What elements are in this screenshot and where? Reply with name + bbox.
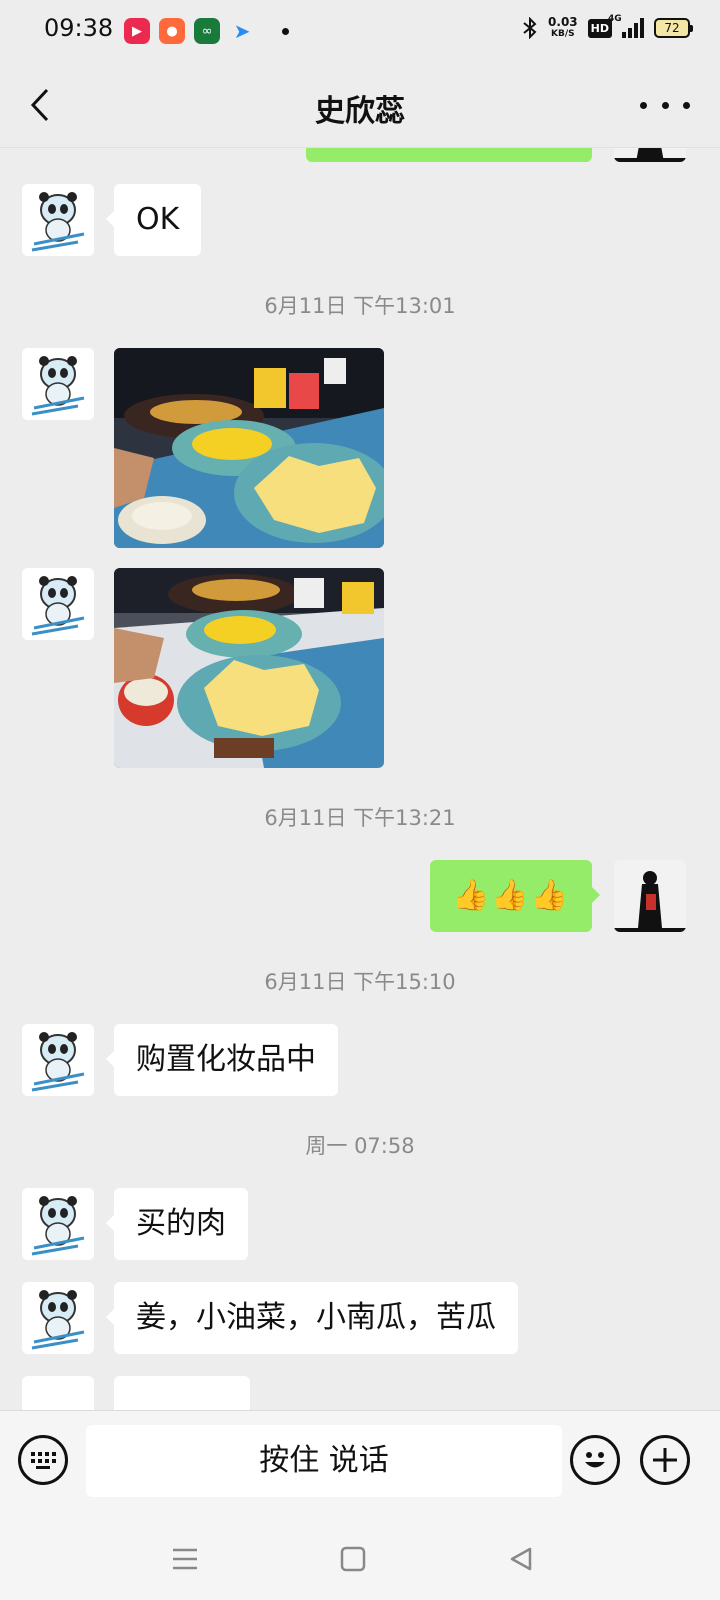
message-incoming-partial (0, 1376, 720, 1410)
timestamp: 6月11日 下午13:01 (264, 294, 456, 318)
bluetooth-icon (523, 17, 537, 39)
message-bubble[interactable]: 买的肉 (106, 1188, 248, 1260)
input-bar: 按住 说话 (0, 1410, 720, 1514)
message-incoming: OK (0, 184, 720, 256)
hold-to-talk-button[interactable]: 按住 说话 (86, 1425, 562, 1497)
chat-title: 史欣蕊 (315, 94, 405, 129)
oppo-app-icon: ∞ (194, 18, 220, 44)
battery-level: 72 (664, 21, 680, 35)
timestamp: 6月11日 下午15:10 (264, 970, 456, 994)
net-speed-value: 0.03 (548, 15, 578, 29)
add-button[interactable] (640, 1435, 690, 1485)
plus-icon (653, 1448, 677, 1472)
network-type: 4G (608, 14, 622, 24)
battery-icon: 72 (654, 18, 693, 38)
video-app-icon: ▶ (124, 18, 150, 44)
keyboard-icon (31, 1452, 56, 1469)
own-avatar[interactable] (614, 860, 686, 932)
outgoing-image-bubble[interactable] (306, 148, 592, 162)
kuaishou-app-icon: ● (159, 18, 185, 44)
status-time: 09:38 (44, 14, 114, 42)
message-bubble[interactable]: 姜，小油菜，小南瓜，苦瓜 (106, 1282, 518, 1354)
notification-icons: ▶ ● ∞ ➤ (124, 18, 289, 44)
more-button[interactable] (640, 92, 690, 118)
message-bubble[interactable]: 👍👍👍 (429, 860, 601, 932)
chat-header: 史欣蕊 (0, 62, 720, 148)
nav-back-button[interactable] (506, 1544, 536, 1574)
message-incoming-image (0, 348, 720, 548)
contact-avatar[interactable] (22, 184, 94, 256)
contact-avatar[interactable] (22, 568, 94, 640)
signal-icon: 4G (608, 14, 644, 38)
message-outgoing: 👍👍👍 (0, 860, 720, 932)
message-bubble[interactable] (114, 1376, 250, 1410)
food-photo[interactable] (114, 348, 384, 548)
food-photo[interactable] (114, 568, 384, 768)
triangle-back-icon (510, 1547, 532, 1571)
contact-avatar[interactable] (22, 1188, 94, 1260)
more-notifications-icon (282, 27, 289, 35)
message-incoming: 姜，小油菜，小南瓜，苦瓜 (0, 1282, 720, 1354)
timestamp: 6月11日 下午13:21 (264, 806, 456, 830)
status-indicators: 0.03 KB/S HD 4G 72 (522, 14, 693, 40)
emoji-icon (585, 1452, 605, 1468)
nav-home-button[interactable] (338, 1544, 368, 1574)
keyboard-toggle-button[interactable] (18, 1435, 68, 1485)
message-list[interactable]: OK 6月11日 下午13:01 6月11日 下午13:21 👍👍👍 6月11日… (0, 148, 720, 1410)
nav-menu-button[interactable] (170, 1544, 200, 1574)
timestamp: 周一 07:58 (305, 1134, 415, 1158)
own-avatar[interactable] (614, 148, 686, 162)
message-outgoing-partial (0, 148, 720, 162)
more-icon (640, 101, 647, 109)
message-bubble[interactable]: OK (105, 184, 202, 256)
message-incoming: 买的肉 (0, 1188, 720, 1260)
message-incoming-image (0, 568, 720, 768)
send-app-icon: ➤ (233, 19, 251, 43)
status-bar: 09:38 ▶ ● ∞ ➤ 0.03 KB/S HD 4G 72 (0, 0, 720, 62)
contact-avatar[interactable] (22, 1376, 94, 1410)
contact-avatar[interactable] (22, 1024, 94, 1096)
net-speed-unit: KB/S (551, 29, 575, 39)
contact-avatar[interactable] (22, 348, 94, 420)
menu-icon (173, 1548, 197, 1570)
contact-avatar[interactable] (22, 1282, 94, 1354)
net-speed: 0.03 KB/S (548, 16, 578, 40)
message-incoming: 购置化妆品中 (0, 1024, 720, 1096)
emoji-button[interactable] (570, 1435, 620, 1485)
home-icon (340, 1546, 366, 1572)
system-navigation-bar (0, 1514, 720, 1600)
message-bubble[interactable]: 购置化妆品中 (106, 1024, 338, 1096)
